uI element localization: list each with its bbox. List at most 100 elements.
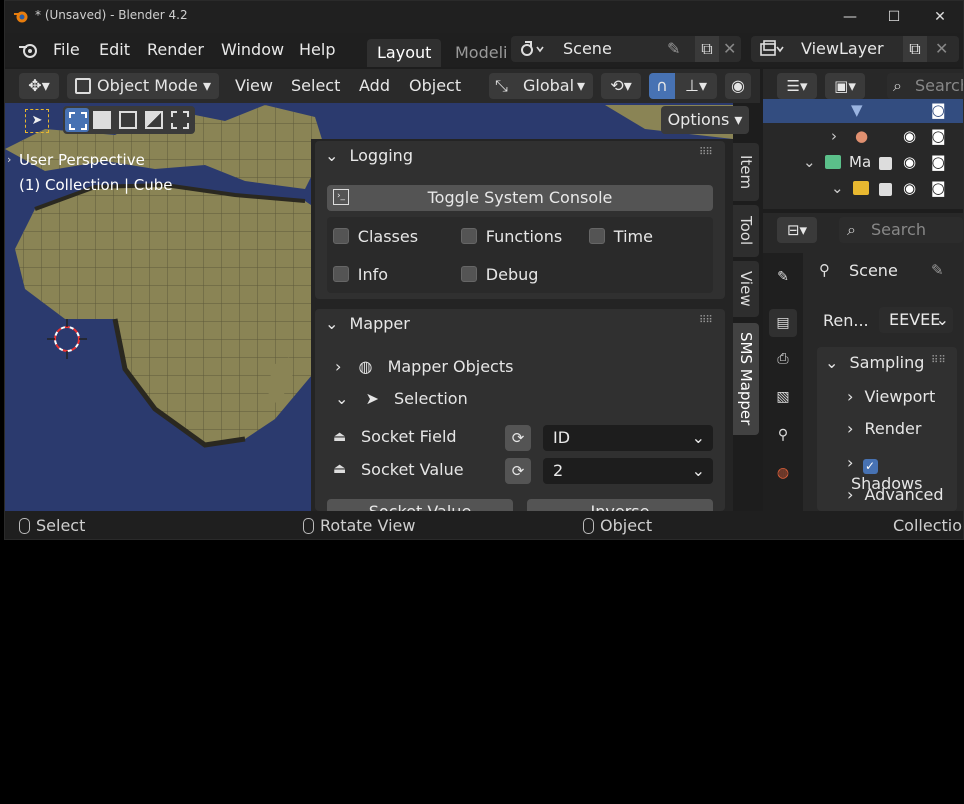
transform-orientation-dropdown[interactable]: ⤡ Global ▾: [489, 73, 593, 99]
delete-viewlayer-icon[interactable]: ✕: [935, 36, 948, 62]
outliner-row-light[interactable]: ›: [831, 127, 837, 145]
snap-target-dropdown[interactable]: ⊥▾: [675, 73, 717, 99]
subpanel-mapper-objects[interactable]: › ◍ Mapper Objects: [335, 357, 513, 376]
select-intersect-icon[interactable]: [171, 111, 189, 129]
scene-selector[interactable]: Scene ✎ ⧉ ✕: [511, 36, 741, 62]
properties-search-input[interactable]: ⌕ Search: [839, 217, 963, 243]
socket-field-dropdown[interactable]: ID ⌄: [543, 425, 713, 451]
world-icon[interactable]: ◍: [773, 463, 793, 483]
mapper-panel-header[interactable]: ⌄ Mapper: [325, 309, 410, 339]
blender-menu-icon[interactable]: [17, 39, 39, 61]
sidebar-tab-sms-mapper[interactable]: SMS Mapper: [733, 323, 759, 435]
socket-field-refresh-button[interactable]: ⟳: [505, 425, 531, 451]
select-extend-icon[interactable]: [93, 111, 111, 129]
status-select-label: Select: [36, 516, 86, 535]
outliner-search-input[interactable]: ⌕ Search: [887, 73, 963, 99]
proportional-edit-toggle[interactable]: ◉: [725, 73, 751, 99]
pivot-point-dropdown[interactable]: ⟲▾: [601, 73, 641, 99]
menu-add[interactable]: Add: [359, 73, 390, 99]
socket-value-refresh-button[interactable]: ⟳: [505, 458, 531, 484]
outliner-filter-button[interactable]: ▣▾: [825, 73, 865, 99]
shadows-checkbox[interactable]: ✓: [862, 459, 878, 474]
menu-select[interactable]: Select: [291, 73, 340, 99]
render-engine-label: Ren...: [823, 311, 869, 330]
options-dropdown[interactable]: Options ▾: [661, 106, 749, 134]
tool-settings-icon[interactable]: ✎: [773, 267, 793, 287]
sampling-advanced-row[interactable]: › Advanced: [847, 485, 944, 504]
socket-value-value: 2: [553, 461, 564, 480]
search-placeholder: Search: [915, 76, 963, 95]
camera-icon[interactable]: ◙: [931, 153, 946, 171]
eye-icon[interactable]: ◉: [903, 153, 916, 171]
checkbox-debug[interactable]: Debug: [461, 265, 538, 284]
eye-icon[interactable]: ◉: [903, 179, 916, 197]
checkbox-time[interactable]: Time: [589, 227, 653, 246]
workspace-tab-layout[interactable]: Layout: [367, 39, 442, 67]
close-window-button[interactable]: ✕: [917, 1, 963, 33]
sidebar-tab-item[interactable]: Item: [733, 143, 759, 201]
outliner-row-collection[interactable]: ⌄: [803, 153, 816, 171]
toolbar-expand-icon[interactable]: ›: [7, 153, 11, 166]
select-subtract-icon[interactable]: [119, 111, 137, 129]
drag-handle-icon[interactable]: ⠿⠿: [931, 355, 946, 366]
console-label: Toggle System Console: [427, 188, 613, 207]
sampling-header[interactable]: ⌄ Sampling: [825, 353, 924, 372]
minimize-button[interactable]: —: [827, 1, 873, 33]
menu-help[interactable]: Help: [299, 33, 335, 67]
menu-file[interactable]: File: [53, 33, 80, 67]
maximize-button[interactable]: ☐: [871, 1, 917, 33]
sidebar-tab-tool[interactable]: Tool: [733, 205, 759, 257]
inverse-button[interactable]: Inverse: [527, 499, 713, 511]
camera-icon[interactable]: ◙: [931, 179, 946, 197]
cursor-arrow-icon: ➤: [365, 389, 379, 408]
new-viewlayer-icon[interactable]: ⧉: [903, 36, 927, 62]
drag-handle-icon[interactable]: ⠿⠿: [699, 315, 713, 326]
workspace-tab-modeling[interactable]: Modeli: [445, 39, 513, 67]
editor-type-button[interactable]: ✥▾: [19, 73, 59, 99]
sampling-render-row[interactable]: › Render: [847, 419, 921, 438]
logging-panel-header[interactable]: ⌄ Logging: [325, 141, 413, 171]
socket-value-button[interactable]: Socket Value: [327, 499, 513, 511]
eye-icon[interactable]: ◉: [903, 127, 916, 145]
pin-icon[interactable]: ✎: [931, 261, 944, 279]
subpanel-selection[interactable]: ⌄ ➤ Selection: [335, 389, 468, 408]
chevron-down-icon: ⌄: [691, 428, 705, 447]
menu-window[interactable]: Window: [221, 33, 284, 67]
new-scene-icon[interactable]: ⧉: [695, 36, 719, 62]
exclude-checkbox[interactable]: [879, 157, 892, 170]
toggle-system-console-button[interactable]: ›_ Toggle System Console: [327, 185, 713, 211]
select-invert-icon[interactable]: [145, 111, 163, 129]
search-placeholder: Search: [871, 220, 926, 239]
drag-handle-icon[interactable]: ⠿⠿: [699, 147, 713, 158]
viewlayer-selector[interactable]: ViewLayer ⧉ ✕: [751, 36, 959, 62]
checkbox-classes[interactable]: Classes: [333, 227, 418, 246]
render-engine-dropdown[interactable]: EEVEE ⌄: [879, 307, 953, 333]
outliner-row-subcollection[interactable]: ⌄: [831, 179, 844, 197]
scene-properties-icon[interactable]: ⚲: [773, 425, 793, 445]
menu-object[interactable]: Object: [409, 73, 461, 99]
exclude-checkbox[interactable]: [879, 183, 892, 196]
camera-icon[interactable]: ◙: [931, 127, 946, 145]
checkbox-label: Functions: [485, 227, 563, 246]
object-mode-dropdown[interactable]: Object Mode ▾: [67, 73, 219, 99]
menu-edit[interactable]: Edit: [99, 33, 130, 67]
menu-render[interactable]: Render: [147, 33, 204, 67]
sidebar-tab-view[interactable]: View: [733, 261, 759, 317]
checkbox-info[interactable]: Info: [333, 265, 388, 284]
snap-toggle[interactable]: ∩: [649, 73, 675, 99]
view-layer-icon[interactable]: ▧: [773, 387, 793, 407]
camera-icon[interactable]: ◙: [931, 101, 946, 119]
render-properties-icon[interactable]: ▤: [769, 309, 797, 337]
pin-icon[interactable]: ✎: [667, 36, 680, 62]
selection-mode-buttons: [63, 106, 195, 134]
checkbox-functions[interactable]: Functions: [461, 227, 562, 246]
properties-editor-type-button[interactable]: ⊟▾: [777, 217, 817, 243]
delete-scene-icon[interactable]: ✕: [723, 36, 736, 62]
sampling-viewport-row[interactable]: › Viewport: [847, 387, 935, 406]
select-new-icon[interactable]: [65, 108, 89, 132]
menu-view[interactable]: View: [235, 73, 273, 99]
output-properties-icon[interactable]: ⎙: [773, 349, 793, 369]
socket-value-dropdown[interactable]: 2 ⌄: [543, 458, 713, 484]
select-tool-icon[interactable]: ➤: [25, 109, 49, 133]
outliner-display-mode-button[interactable]: ☰▾: [777, 73, 817, 99]
